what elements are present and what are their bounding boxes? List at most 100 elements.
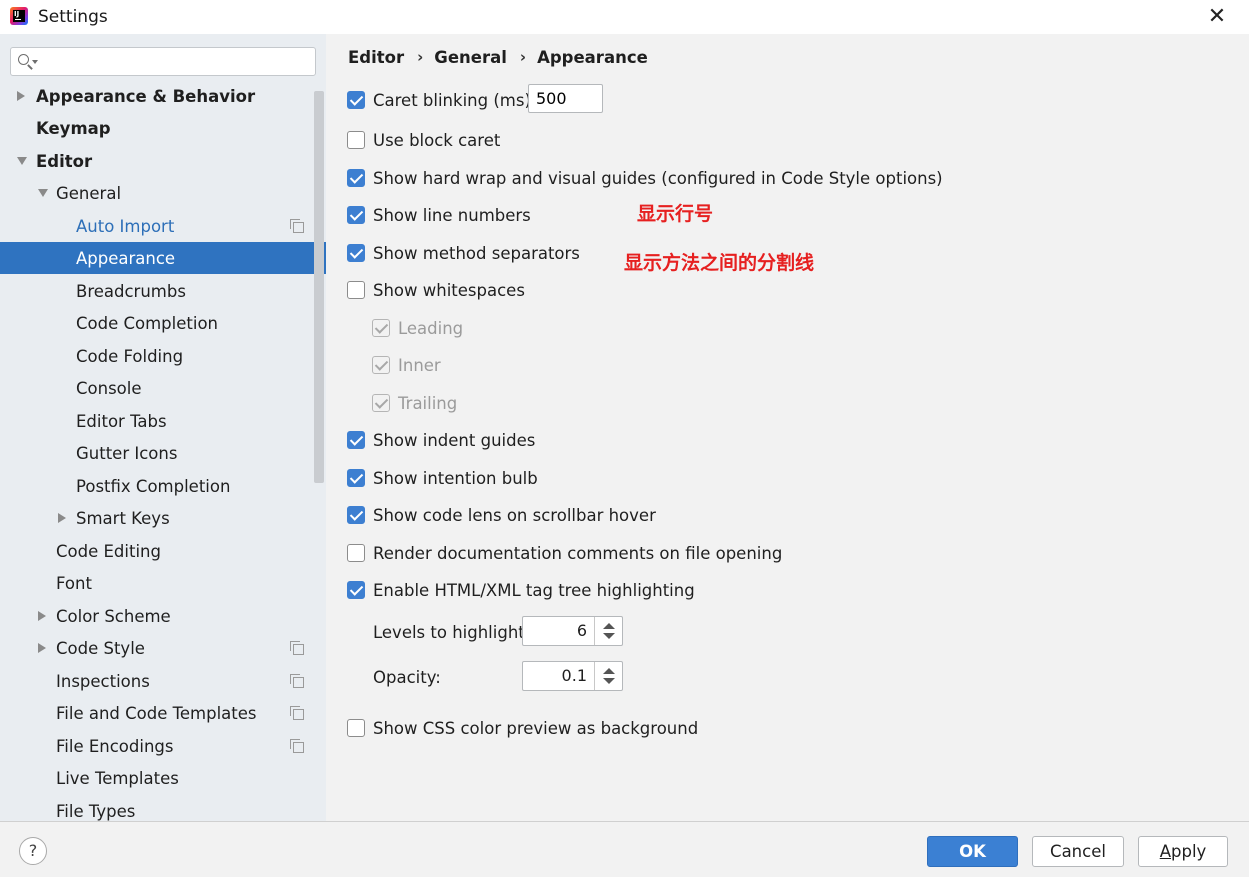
sidebar-item-breadcrumbs[interactable]: Breadcrumbs (0, 275, 312, 307)
hard-wrap-option[interactable]: Show hard wrap and visual guides (config… (347, 166, 943, 190)
expand-arrow-icon[interactable] (38, 611, 46, 621)
opacity-spinner[interactable]: 0.1 (522, 661, 623, 691)
sidebar-item-code-style[interactable]: Code Style (0, 632, 312, 664)
caret-blinking-checkbox[interactable] (347, 91, 365, 109)
css-color-checkbox[interactable] (347, 719, 365, 737)
decrement-arrow-icon[interactable] (603, 678, 615, 684)
method-separators-label: Show method separators (373, 243, 580, 263)
whitespaces-checkbox[interactable] (347, 281, 365, 299)
line-numbers-option[interactable]: Show line numbers (347, 203, 531, 227)
search-input[interactable] (43, 51, 311, 73)
decrement-arrow-icon[interactable] (603, 633, 615, 639)
sidebar-item-label: File Encodings (56, 736, 174, 756)
sidebar-item-label: Postfix Completion (76, 476, 231, 496)
css-color-option[interactable]: Show CSS color preview as background (347, 716, 698, 740)
tag-tree-checkbox[interactable] (347, 581, 365, 599)
indent-guides-option[interactable]: Show indent guides (347, 428, 535, 452)
sidebar-item-postfix-completion[interactable]: Postfix Completion (0, 470, 312, 502)
collapse-arrow-icon[interactable] (38, 189, 48, 197)
sidebar-item-appearance[interactable]: Appearance (0, 242, 326, 274)
sidebar-item-appearance-behavior[interactable]: Appearance & Behavior (0, 80, 312, 112)
sidebar-item-label: Live Templates (56, 768, 179, 788)
sidebar-item-general[interactable]: General (0, 177, 312, 209)
sidebar-item-keymap[interactable]: Keymap (0, 112, 312, 144)
indent-guides-checkbox[interactable] (347, 431, 365, 449)
trailing-checkbox (372, 394, 390, 412)
render-docs-label: Render documentation comments on file op… (373, 543, 783, 563)
sidebar-item-code-editing[interactable]: Code Editing (0, 535, 312, 567)
sidebar-item-code-completion[interactable]: Code Completion (0, 307, 312, 339)
expand-arrow-icon[interactable] (58, 513, 66, 523)
use-block-caret-checkbox[interactable] (347, 131, 365, 149)
leading-option: Leading (372, 316, 463, 340)
hard-wrap-checkbox[interactable] (347, 169, 365, 187)
sidebar-item-label: Font (56, 573, 92, 593)
levels-spinner[interactable]: 6 (522, 616, 623, 646)
hard-wrap-label: Show hard wrap and visual guides (config… (373, 168, 943, 188)
levels-value[interactable]: 6 (577, 621, 587, 640)
sidebar-item-file-and-code-templates[interactable]: File and Code Templates (0, 697, 312, 729)
render-docs-checkbox[interactable] (347, 544, 365, 562)
use-block-caret-option[interactable]: Use block caret (347, 128, 500, 152)
code-lens-checkbox[interactable] (347, 506, 365, 524)
sidebar-item-label: File Types (56, 801, 136, 821)
sidebar-item-file-types[interactable]: File Types (0, 795, 312, 821)
search-field[interactable] (10, 47, 316, 76)
project-settings-icon (290, 674, 304, 688)
sidebar-item-color-scheme[interactable]: Color Scheme (0, 600, 312, 632)
code-lens-option[interactable]: Show code lens on scrollbar hover (347, 503, 656, 527)
sidebar-item-label: Appearance & Behavior (36, 86, 256, 106)
apply-button[interactable]: Apply (1138, 836, 1228, 867)
indent-guides-label: Show indent guides (373, 430, 536, 450)
help-button[interactable]: ? (19, 837, 47, 865)
sidebar-item-label: Console (76, 378, 142, 398)
render-docs-option[interactable]: Render documentation comments on file op… (347, 541, 782, 565)
levels-label: Levels to highlight: (373, 622, 531, 642)
sidebar-item-code-folding[interactable]: Code Folding (0, 340, 312, 372)
sidebar-item-label: Code Completion (76, 313, 218, 333)
sidebar-item-console[interactable]: Console (0, 372, 312, 404)
sidebar-item-file-encodings[interactable]: File Encodings (0, 730, 312, 762)
method-separators-checkbox[interactable] (347, 244, 365, 262)
cancel-button[interactable]: Cancel (1032, 836, 1124, 867)
intellij-app-icon: IJ (10, 7, 28, 25)
sidebar-item-font[interactable]: Font (0, 567, 312, 599)
line-numbers-label: Show line numbers (373, 205, 531, 225)
project-settings-icon (290, 219, 304, 233)
opacity-label: Opacity: (373, 667, 441, 687)
sidebar-item-editor[interactable]: Editor (0, 145, 312, 177)
caret-blinking-option[interactable]: Caret blinking (ms): (347, 88, 536, 112)
breadcrumb-item: General (434, 47, 507, 67)
sidebar-item-smart-keys[interactable]: Smart Keys (0, 502, 312, 534)
tag-tree-option[interactable]: Enable HTML/XML tag tree highlighting (347, 578, 695, 602)
breadcrumb: Editor › General › Appearance (348, 46, 648, 68)
increment-arrow-icon[interactable] (603, 668, 615, 674)
spinner-arrows[interactable] (594, 617, 622, 645)
whitespaces-option[interactable]: Show whitespaces (347, 278, 525, 302)
expand-arrow-icon[interactable] (38, 643, 46, 653)
close-icon[interactable]: ✕ (1200, 0, 1234, 34)
caret-blinking-input[interactable] (528, 84, 603, 113)
apply-mnemonic: A (1159, 842, 1171, 861)
sidebar-item-gutter-icons[interactable]: Gutter Icons (0, 437, 312, 469)
apply-label: pply (1171, 842, 1207, 861)
line-numbers-checkbox[interactable] (347, 206, 365, 224)
sidebar-item-label: Inspections (56, 671, 150, 691)
sidebar-item-live-templates[interactable]: Live Templates (0, 762, 312, 794)
expand-arrow-icon[interactable] (17, 91, 25, 101)
project-settings-icon (290, 739, 304, 753)
intention-bulb-option[interactable]: Show intention bulb (347, 466, 538, 490)
ok-button[interactable]: OK (927, 836, 1018, 867)
intention-bulb-checkbox[interactable] (347, 469, 365, 487)
opacity-value[interactable]: 0.1 (562, 666, 587, 685)
sidebar-item-editor-tabs[interactable]: Editor Tabs (0, 405, 312, 437)
method-separators-option[interactable]: Show method separators (347, 241, 580, 265)
sidebar-item-auto-import[interactable]: Auto Import (0, 210, 312, 242)
search-dropdown-icon[interactable] (32, 60, 38, 64)
collapse-arrow-icon[interactable] (17, 157, 27, 165)
sidebar-scrollbar[interactable] (314, 91, 324, 483)
sidebar-item-inspections[interactable]: Inspections (0, 665, 312, 697)
increment-arrow-icon[interactable] (603, 623, 615, 629)
spinner-arrows[interactable] (594, 662, 622, 690)
sidebar-item-label: Color Scheme (56, 606, 171, 626)
